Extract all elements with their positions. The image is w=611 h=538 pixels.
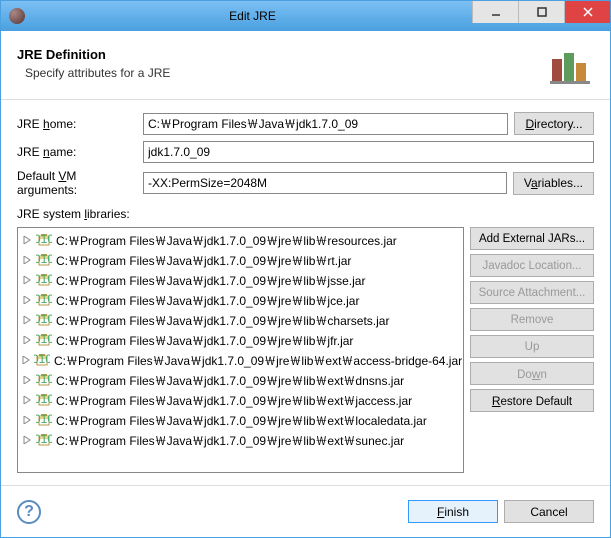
svg-text:010: 010 <box>36 332 52 346</box>
expand-arrow-icon[interactable] <box>22 295 32 305</box>
jar-icon: 010 <box>36 392 52 408</box>
vm-args-input[interactable] <box>143 172 507 194</box>
svg-text:010: 010 <box>34 352 50 366</box>
library-path: C:￦Program Files￦Java￦jdk1.7.0_09￦jre￦li… <box>54 352 462 369</box>
maximize-button[interactable] <box>518 1 564 23</box>
cancel-button[interactable]: Cancel <box>504 500 594 523</box>
svg-text:010: 010 <box>36 312 52 326</box>
svg-text:010: 010 <box>36 392 52 406</box>
library-item[interactable]: 010 C:￦Program Files￦Java￦jdk1.7.0_09￦jre… <box>18 270 463 290</box>
library-path: C:￦Program Files￦Java￦jdk1.7.0_09￦jre￦li… <box>56 252 351 269</box>
vm-args-label: Default VM arguments: <box>17 169 137 197</box>
jar-icon: 010 <box>36 312 52 328</box>
svg-text:010: 010 <box>36 232 52 246</box>
app-icon <box>9 8 25 24</box>
window-title: Edit JRE <box>33 9 472 23</box>
window-buttons <box>472 1 610 23</box>
jre-home-input[interactable] <box>143 113 508 135</box>
jre-name-input[interactable] <box>143 141 594 163</box>
libraries-label: JRE system libraries: <box>17 207 594 221</box>
library-path: C:￦Program Files￦Java￦jdk1.7.0_09￦jre￦li… <box>56 392 412 409</box>
expand-arrow-icon[interactable] <box>22 395 32 405</box>
jar-icon: 010 <box>36 332 52 348</box>
jar-icon: 010 <box>36 252 52 268</box>
expand-arrow-icon[interactable] <box>22 375 32 385</box>
library-item[interactable]: 010 C:￦Program Files￦Java￦jdk1.7.0_09￦jre… <box>18 390 463 410</box>
directory-button[interactable]: Directory... <box>514 112 594 135</box>
library-item[interactable]: 010 C:￦Program Files￦Java￦jdk1.7.0_09￦jre… <box>18 250 463 270</box>
expand-arrow-icon[interactable] <box>22 435 32 445</box>
library-icon <box>546 39 594 87</box>
title-bar[interactable]: Edit JRE <box>1 1 610 31</box>
jar-icon: 010 <box>36 272 52 288</box>
expand-arrow-icon[interactable] <box>22 355 30 365</box>
library-path: C:￦Program Files￦Java￦jdk1.7.0_09￦jre￦li… <box>56 412 427 429</box>
remove-button[interactable]: Remove <box>470 308 594 331</box>
jre-home-label: JRE home: <box>17 117 137 131</box>
content-area: JRE home: Directory... JRE name: Default… <box>1 100 610 485</box>
variables-button[interactable]: Variables... <box>513 172 594 195</box>
down-button[interactable]: Down <box>470 362 594 385</box>
jar-icon: 010 <box>34 352 50 368</box>
library-path: C:￦Program Files￦Java￦jdk1.7.0_09￦jre￦li… <box>56 292 359 309</box>
banner-heading: JRE Definition <box>17 47 546 62</box>
library-path: C:￦Program Files￦Java￦jdk1.7.0_09￦jre￦li… <box>56 232 397 249</box>
expand-arrow-icon[interactable] <box>22 315 32 325</box>
svg-text:010: 010 <box>36 292 52 306</box>
svg-text:010: 010 <box>36 372 52 386</box>
expand-arrow-icon[interactable] <box>22 335 32 345</box>
library-path: C:￦Program Files￦Java￦jdk1.7.0_09￦jre￦li… <box>56 432 404 449</box>
libraries-tree[interactable]: 010C:￦Program Files￦Java￦jdk1.7.0_09￦jre… <box>17 227 464 473</box>
svg-text:010: 010 <box>36 432 52 446</box>
library-item[interactable]: 010 C:￦Program Files￦Java￦jdk1.7.0_09￦jre… <box>18 410 463 430</box>
add-external-jars-button[interactable]: Add External JARs... <box>470 227 594 250</box>
expand-arrow-icon[interactable] <box>22 235 32 245</box>
library-buttons: Add External JARs... Javadoc Location...… <box>470 227 594 473</box>
minimize-button[interactable] <box>472 1 518 23</box>
library-item[interactable]: 010 C:￦Program Files￦Java￦jdk1.7.0_09￦jre… <box>18 330 463 350</box>
banner: JRE Definition Specify attributes for a … <box>1 31 610 100</box>
help-icon[interactable]: ? <box>17 500 41 524</box>
library-path: C:￦Program Files￦Java￦jdk1.7.0_09￦jre￦li… <box>56 312 389 329</box>
jar-icon: 010 <box>36 372 52 388</box>
svg-text:010: 010 <box>36 252 52 266</box>
library-path: C:￦Program Files￦Java￦jdk1.7.0_09￦jre￦li… <box>56 272 365 289</box>
expand-arrow-icon[interactable] <box>22 415 32 425</box>
restore-default-button[interactable]: Restore Default <box>470 389 594 412</box>
finish-button[interactable]: Finish <box>408 500 498 523</box>
library-item[interactable]: 010 C:￦Program Files￦Java￦jdk1.7.0_09￦jre… <box>18 290 463 310</box>
library-path: C:￦Program Files￦Java￦jdk1.7.0_09￦jre￦li… <box>56 332 353 349</box>
jar-icon: 010 <box>36 432 52 448</box>
library-path: C:￦Program Files￦Java￦jdk1.7.0_09￦jre￦li… <box>56 372 404 389</box>
jar-icon: 010 <box>36 412 52 428</box>
svg-text:010: 010 <box>36 272 52 286</box>
footer: ? Finish Cancel <box>1 485 610 537</box>
expand-arrow-icon[interactable] <box>22 255 32 265</box>
library-item[interactable]: 010 C:￦Program Files￦Java￦jdk1.7.0_09￦jre… <box>18 230 463 250</box>
jar-icon: 010 <box>36 292 52 308</box>
jar-icon: 010 <box>36 232 52 248</box>
library-item[interactable]: 010 C:￦Program Files￦Java￦jdk1.7.0_09￦jre… <box>18 430 463 450</box>
javadoc-location-button[interactable]: Javadoc Location... <box>470 254 594 277</box>
source-attachment-button[interactable]: Source Attachment... <box>470 281 594 304</box>
dialog-window: Edit JRE JRE Definition Specify attribut… <box>0 0 611 538</box>
banner-subheading: Specify attributes for a JRE <box>25 66 546 80</box>
library-item[interactable]: 010 C:￦Program Files￦Java￦jdk1.7.0_09￦jre… <box>18 310 463 330</box>
svg-text:010: 010 <box>36 412 52 426</box>
close-button[interactable] <box>564 1 610 23</box>
expand-arrow-icon[interactable] <box>22 275 32 285</box>
jre-name-label: JRE name: <box>17 145 137 159</box>
up-button[interactable]: Up <box>470 335 594 358</box>
library-item[interactable]: 010 C:￦Program Files￦Java￦jdk1.7.0_09￦jre… <box>18 350 463 370</box>
library-item[interactable]: 010 C:￦Program Files￦Java￦jdk1.7.0_09￦jre… <box>18 370 463 390</box>
